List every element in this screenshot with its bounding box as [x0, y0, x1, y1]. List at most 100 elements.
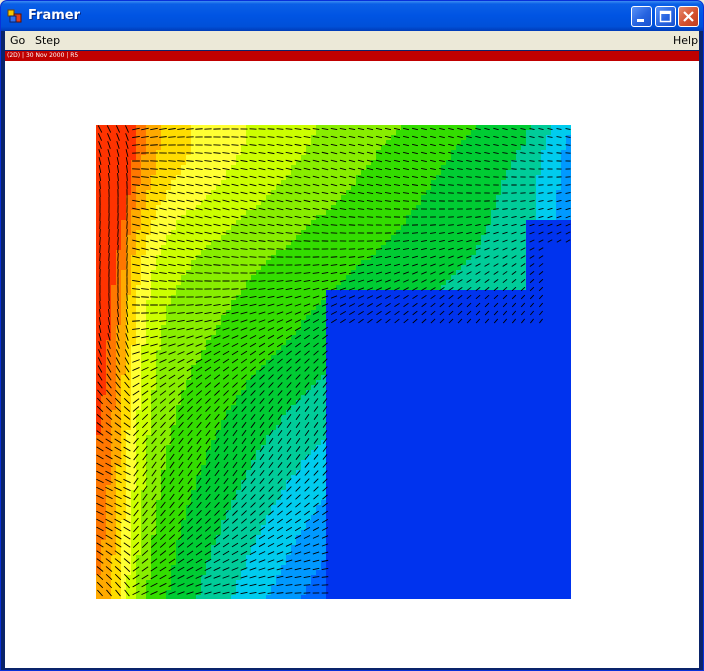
contour-cell — [141, 245, 147, 251]
contour-cell — [366, 215, 372, 221]
contour-cell — [346, 380, 352, 386]
contour-cell — [136, 345, 142, 351]
contour-cell — [156, 315, 162, 321]
contour-cell — [551, 250, 557, 256]
contour-cell — [301, 365, 307, 371]
contour-cell — [531, 350, 537, 356]
contour-cell — [231, 130, 237, 136]
contour-cell — [106, 370, 112, 376]
contour-cell — [216, 145, 222, 151]
contour-cell — [111, 180, 117, 186]
contour-cell — [451, 350, 457, 356]
contour-cell — [186, 175, 192, 181]
contour-cell — [186, 155, 192, 161]
contour-cell — [511, 335, 517, 341]
contour-cell — [111, 310, 117, 316]
contour-cell — [131, 235, 137, 241]
contour-cell — [486, 250, 492, 256]
minimize-button[interactable] — [631, 6, 652, 27]
title-bar[interactable]: Framer — [1, 1, 703, 31]
contour-cell — [111, 245, 117, 251]
contour-cell — [176, 175, 182, 181]
menu-step[interactable]: Step — [35, 34, 60, 47]
contour-cell — [366, 250, 372, 256]
contour-cell — [396, 345, 402, 351]
contour-cell — [301, 130, 307, 136]
contour-cell — [461, 380, 467, 386]
contour-cell — [221, 295, 227, 301]
contour-cell — [501, 335, 507, 341]
menu-go[interactable]: Go — [10, 34, 25, 47]
contour-cell — [431, 340, 437, 346]
contour-cell — [311, 130, 317, 136]
contour-cell — [251, 135, 257, 141]
contour-cell — [136, 235, 142, 241]
contour-cell — [436, 205, 442, 211]
contour-cell — [401, 135, 407, 141]
contour-cell — [236, 170, 242, 176]
contour-cell — [126, 370, 132, 376]
contour-cell — [456, 215, 462, 221]
contour-cell — [416, 350, 422, 356]
contour-cell — [126, 330, 132, 336]
menu-help[interactable]: Help — [673, 34, 698, 47]
contour-cell — [341, 265, 347, 271]
contour-cell — [536, 370, 542, 376]
contour-cell — [551, 340, 557, 346]
contour-cell — [296, 155, 302, 161]
contour-cell — [286, 255, 292, 261]
contour-cell — [121, 150, 127, 156]
contour-cell — [361, 255, 367, 261]
contour-cell — [516, 250, 522, 256]
contour-cell — [301, 225, 307, 231]
contour-cell — [471, 210, 477, 216]
contour-cell — [366, 345, 372, 351]
contour-cell — [401, 370, 407, 376]
contour-cell — [566, 270, 571, 276]
contour-cell — [336, 130, 342, 136]
maximize-button[interactable] — [655, 6, 676, 27]
contour-cell — [251, 330, 257, 336]
contour-cell — [406, 335, 412, 341]
contour-cell — [466, 355, 472, 361]
contour-cell — [471, 155, 477, 161]
contour-cell — [451, 195, 457, 201]
contour-cell — [456, 330, 462, 336]
contour-cell — [281, 320, 287, 326]
contour-cell — [111, 215, 117, 221]
contour-cell — [471, 305, 477, 311]
contour-cell — [481, 375, 487, 381]
close-button[interactable] — [678, 6, 699, 27]
contour-cell — [141, 235, 147, 241]
contour-cell — [331, 210, 337, 216]
contour-cell — [351, 170, 357, 176]
contour-cell — [536, 170, 542, 176]
contour-cell — [296, 245, 302, 251]
contour-cell — [211, 145, 217, 151]
contour-cell — [481, 220, 487, 226]
contour-cell — [241, 330, 247, 336]
contour-cell — [266, 335, 272, 341]
contour-cell — [526, 275, 532, 281]
contour-cell — [531, 335, 537, 341]
contour-cell — [486, 245, 492, 251]
contour-cell — [191, 170, 197, 176]
contour-cell — [301, 250, 307, 256]
contour-cell — [121, 260, 127, 266]
contour-cell — [436, 360, 442, 366]
contour-cell — [511, 360, 517, 366]
contour-cell — [171, 130, 177, 136]
contour-cell — [361, 210, 367, 216]
contour-cell — [501, 365, 507, 371]
contour-cell — [566, 300, 571, 306]
contour-cell — [541, 170, 547, 176]
contour-cell — [401, 300, 407, 306]
contour-cell — [491, 250, 497, 256]
contour-cell — [391, 340, 397, 346]
contour-cell — [356, 375, 362, 381]
contour-cell — [496, 265, 502, 271]
contour-cell — [506, 270, 512, 276]
contour-cell — [111, 200, 117, 206]
contour-cell — [556, 285, 562, 291]
contour-cell — [156, 305, 162, 311]
